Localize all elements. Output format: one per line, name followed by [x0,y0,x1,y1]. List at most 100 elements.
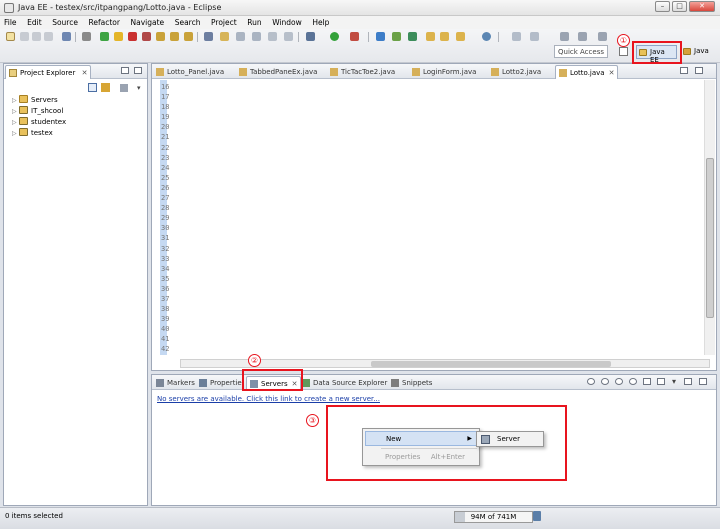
chevron-down-icon[interactable]: ▾ [672,377,676,386]
tree-item-studentex[interactable]: ▷ studentex [12,117,66,127]
step-into-icon[interactable] [156,32,165,41]
new-icon[interactable] [6,32,15,41]
disconnect-icon[interactable] [142,32,151,41]
run-icon[interactable] [330,32,339,41]
new-java-project-icon[interactable] [376,32,385,41]
external-tools-icon[interactable] [350,32,359,41]
scrollbar-thumb[interactable] [371,361,611,367]
menu-run[interactable]: Run [243,16,265,27]
tab-loginform[interactable]: LoginForm.java [409,65,479,79]
last-edit-icon[interactable] [598,32,607,41]
globe-icon[interactable] [482,32,491,41]
perspective-java-button[interactable]: Java [681,45,717,59]
menu-help[interactable]: Help [308,16,333,27]
open-project-icon[interactable] [440,32,449,41]
open-perspective-icon[interactable] [619,47,628,56]
tab-project-explorer[interactable]: Project Explorer ✕ [5,65,92,79]
resume-icon[interactable] [100,32,109,41]
debug-dropdown-icon[interactable] [306,32,315,41]
tab-data-source-explorer[interactable]: Data Source Explorer [299,376,390,390]
open-task-icon[interactable] [220,32,229,41]
console-icon[interactable] [62,32,71,41]
tree-item-it-shcool[interactable]: ▷ IT_shcool [12,106,63,116]
toggle-mark-icon[interactable] [236,32,245,41]
tab-lotto-panel[interactable]: Lotto_Panel.java [153,65,227,79]
minimize-view-icon[interactable] [121,67,129,74]
search-icon[interactable] [456,32,465,41]
next-annotation-icon[interactable] [512,32,521,41]
open-type-icon[interactable] [426,32,435,41]
close-icon[interactable]: ✕ [609,69,615,77]
previous-annotation-icon[interactable] [530,32,539,41]
start-server-icon[interactable] [615,378,623,385]
expand-arrow-icon[interactable]: ▷ [12,97,19,104]
collapse-icon[interactable] [587,378,595,385]
java-file-icon [239,68,247,76]
new-class-icon[interactable] [408,32,417,41]
new-package-icon[interactable] [392,32,401,41]
menu-refactor[interactable]: Refactor [85,16,124,27]
forward-icon[interactable] [578,32,587,41]
menu-window[interactable]: Window [268,16,306,27]
menu-project[interactable]: Project [207,16,241,27]
scrollbar-thumb[interactable] [706,158,714,318]
tab-snippets[interactable]: Snippets [388,376,435,390]
line-number: 25 [161,173,170,182]
minimize-editor-icon[interactable] [680,67,688,74]
collapse-all-icon[interactable] [88,83,97,92]
trash-icon[interactable] [533,511,541,521]
show-whitespace-icon[interactable] [252,32,261,41]
tab-tabbedpaneex[interactable]: TabbedPaneEx.java [236,65,320,79]
word-wrap-icon[interactable] [284,32,293,41]
save-icon[interactable] [20,32,29,41]
maximize-button[interactable]: □ [672,1,687,12]
step-over-icon[interactable] [170,32,179,41]
print-icon[interactable] [44,32,53,41]
menu-edit[interactable]: Edit [23,16,46,27]
annotation-box-1 [632,41,682,64]
tree-item-testex[interactable]: ▷ testex [12,128,53,138]
terminate-icon[interactable] [128,32,137,41]
create-server-link[interactable]: No servers are available. Click this lin… [157,395,380,403]
minimize-view-icon[interactable] [684,378,692,385]
tab-markers[interactable]: Markers [153,376,198,390]
skip-breakpoints-icon[interactable] [82,32,91,41]
vertical-scrollbar[interactable] [704,80,715,355]
maximize-view-icon[interactable] [134,67,142,74]
maximize-editor-icon[interactable] [695,67,703,74]
chevron-down-icon[interactable]: ▾ [137,84,141,92]
tab-lotto[interactable]: Lotto.java ✕ [555,65,619,79]
step-return-icon[interactable] [184,32,193,41]
quick-access-input[interactable]: Quick Access [554,45,608,58]
tab-lotto2[interactable]: Lotto2.java [488,65,544,79]
menu-search[interactable]: Search [171,16,205,27]
start-profile-icon[interactable] [629,378,637,385]
menu-source[interactable]: Source [48,16,82,27]
close-button[interactable]: ✕ [689,1,715,12]
block-selection-icon[interactable] [268,32,277,41]
publish-icon[interactable] [601,378,609,385]
close-icon[interactable]: ✕ [82,69,88,77]
suspend-icon[interactable] [114,32,123,41]
view-menu-icon[interactable] [120,84,128,92]
save-all-icon[interactable] [32,32,41,41]
minimize-button[interactable]: – [655,1,670,12]
tab-tictactoe2[interactable]: TicTacToe2.java [327,65,398,79]
use-step-filters-icon[interactable] [204,32,213,41]
expand-arrow-icon[interactable]: ▷ [12,119,19,126]
maximize-view-icon[interactable] [699,378,707,385]
menu-file[interactable]: File [0,16,21,27]
back-icon[interactable] [560,32,569,41]
heap-status[interactable]: 94M of 741M [454,511,533,523]
stop-server-icon[interactable] [643,378,651,385]
link-with-editor-icon[interactable] [101,83,110,92]
java-project-icon [19,128,28,136]
menu-navigate[interactable]: Navigate [127,16,169,27]
toolbar-separator [498,32,499,42]
expand-arrow-icon[interactable]: ▷ [12,108,19,115]
tree-item-servers[interactable]: ▷ Servers [12,95,58,105]
expand-arrow-icon[interactable]: ▷ [12,130,19,137]
tab-properties[interactable]: Properties [196,376,242,390]
tree-item-label: testex [31,129,53,137]
disconnect-server-icon[interactable] [657,378,665,385]
